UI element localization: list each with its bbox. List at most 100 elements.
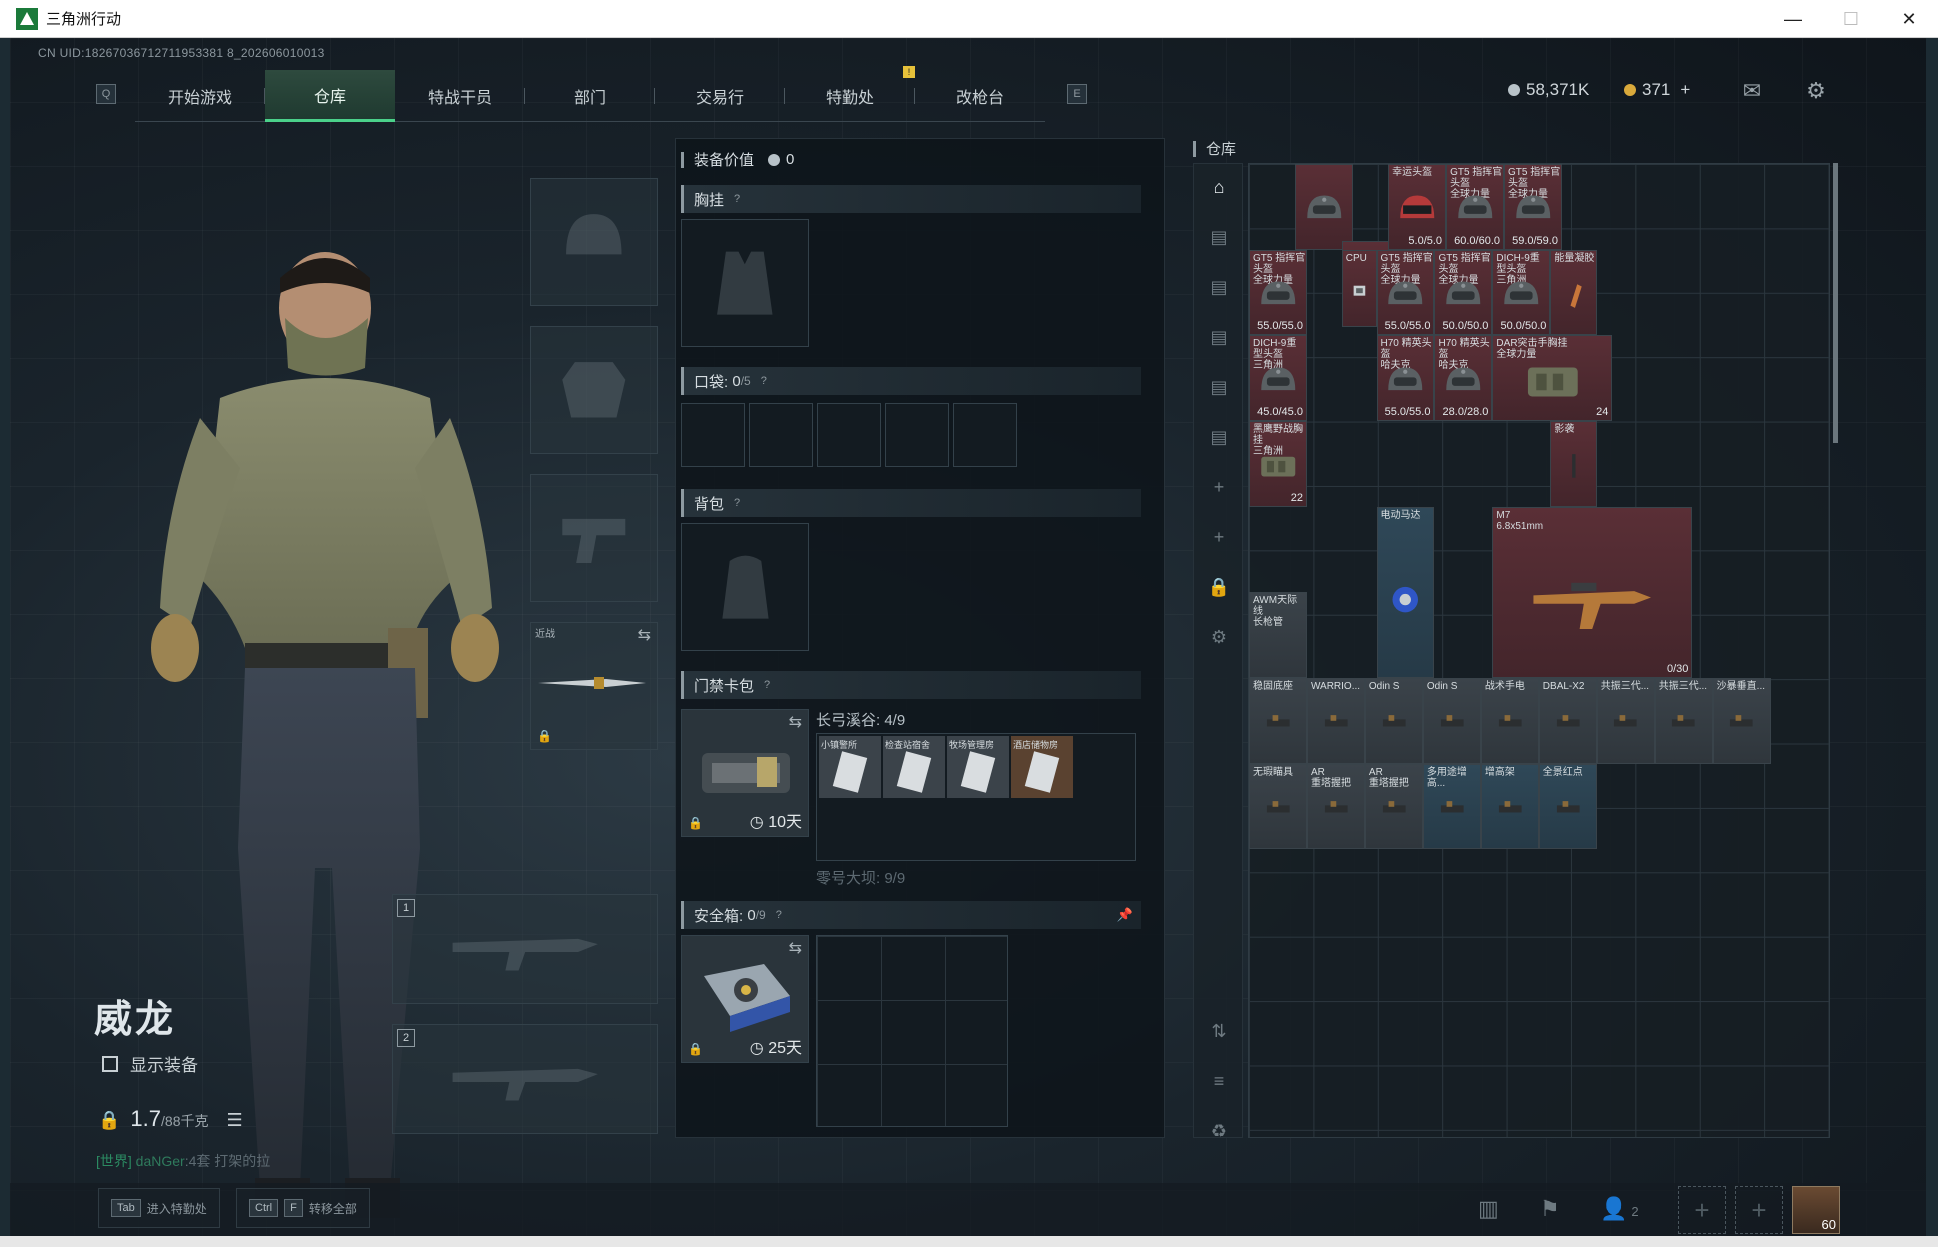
backpack-slot[interactable] — [681, 523, 809, 651]
tab-all-icon[interactable]: ⌂ — [1202, 170, 1236, 204]
sort-icon[interactable]: ⇅ — [1202, 1014, 1236, 1048]
mail-icon[interactable]: ✉ — [1738, 78, 1766, 104]
tab-gunsmith[interactable]: 改枪台 — [915, 70, 1045, 122]
world-chat-line[interactable]: [世界] daNGer:4套 打架的拉 — [96, 1151, 270, 1171]
storage-grid[interactable]: 45幸运头盔5.0/5.0GT5 指挥官头盔 全球力量60.0/60.0GT5 … — [1248, 163, 1830, 1138]
keycard-item[interactable]: 检查站宿舍 — [883, 736, 945, 798]
storage-item[interactable]: 影袭 — [1550, 420, 1597, 507]
maximize-button[interactable]: ☐ — [1822, 0, 1880, 38]
storage-item[interactable]: DBAL-X2 — [1538, 677, 1597, 764]
storage-item[interactable]: 稳固底座 — [1249, 677, 1307, 764]
storage-item[interactable]: H70 精英头盔 哈夫克 28.0/28.0 — [1434, 335, 1493, 421]
tab-storage-1-icon[interactable]: ▤ — [1202, 220, 1236, 254]
storage-item[interactable]: Odin S — [1422, 677, 1481, 764]
keycard-item[interactable]: 酒店储物房 — [1011, 736, 1073, 798]
layers-icon[interactable]: ≡ — [1202, 1064, 1236, 1098]
storage-item[interactable]: 电动马达 — [1376, 506, 1435, 678]
storage-item[interactable]: GT5 指挥官头盔 全球力量 55.0/55.0 — [1249, 249, 1307, 336]
storage-item[interactable]: 沙暴垂直... — [1712, 677, 1771, 764]
storage-item[interactable]: 共振三代... — [1654, 677, 1713, 764]
help-icon[interactable]: ? — [734, 193, 740, 205]
storage-item[interactable]: H70 精英头盔 哈夫克 55.0/55.0 — [1376, 335, 1435, 421]
storage-item[interactable]: GT5 指挥官头盔 全球力量 60.0/60.0 — [1446, 164, 1505, 250]
recycle-icon[interactable]: ♻ — [1202, 1114, 1236, 1148]
storage-item[interactable]: GT5 指挥官头盔 全球力量 55.0/55.0 — [1376, 249, 1435, 336]
storage-item[interactable]: DAR突击手胸挂 全球力量 24 — [1492, 335, 1613, 421]
tab-special-ops[interactable]: 特勤处 — [785, 70, 915, 122]
pocket-slot[interactable] — [749, 403, 813, 467]
storage-item[interactable]: GT5 指挥官头盔 全球力量 59.0/59.0 — [1504, 164, 1562, 250]
tab-operators[interactable]: 特战干员 — [395, 70, 525, 122]
nav-next-key[interactable]: E — [1067, 84, 1087, 104]
pocket-slot[interactable] — [885, 403, 949, 467]
weight-details-icon[interactable]: ☰ — [226, 1110, 242, 1131]
armor-slot[interactable] — [530, 326, 658, 454]
squad-icon[interactable]: 👤 2 — [1600, 1196, 1639, 1222]
show-equipment-checkbox[interactable] — [102, 1055, 118, 1072]
storage-item[interactable]: AR 重塔握把 — [1364, 763, 1423, 850]
storage-item[interactable]: CPU — [1341, 249, 1377, 327]
minimize-button[interactable]: — — [1764, 0, 1822, 38]
add-tab-icon[interactable]: + — [1202, 470, 1236, 504]
tab-storage-5-icon[interactable]: ▤ — [1202, 420, 1236, 454]
storage-item[interactable]: DICH-9重型头盔 三角洲 45.0/45.0 — [1249, 335, 1307, 421]
stats-chart-icon[interactable]: ▥ — [1478, 1196, 1499, 1222]
pocket-slot[interactable] — [817, 403, 881, 467]
swap-icon[interactable]: ⇆ — [789, 712, 802, 732]
tab-storage-3-icon[interactable]: ▤ — [1202, 320, 1236, 354]
storage-item[interactable]: AWM天际线 长枪管 — [1249, 592, 1307, 678]
help-icon[interactable]: ? — [764, 679, 770, 691]
safe-box-grid[interactable] — [816, 935, 1008, 1127]
help-icon[interactable]: ? — [776, 909, 782, 921]
storage-item[interactable]: 幸运头盔 5.0/5.0 — [1388, 164, 1447, 250]
storage-item[interactable]: 无瑕瞄具 — [1249, 763, 1307, 850]
storage-item[interactable] — [1295, 164, 1354, 250]
safe-box-slot[interactable]: ⇆ 🔒 ◷ 25天 — [681, 935, 809, 1063]
keycard-item[interactable]: 牧场管理房 — [947, 736, 1009, 798]
add-tab-icon[interactable]: + — [1202, 520, 1236, 554]
lock-icon[interactable]: 🔒 — [1202, 570, 1236, 604]
keycard-case-slot[interactable]: ⇆ 🔒 ◷ 10天 — [681, 709, 809, 837]
transfer-all-hint[interactable]: Ctrl F 转移全部 — [236, 1188, 370, 1228]
primary-weapon-slot-1[interactable]: 1 — [392, 894, 658, 1004]
storage-item[interactable]: 共振三代... — [1596, 677, 1655, 764]
storage-item[interactable]: 增高架 — [1480, 763, 1539, 850]
storage-item[interactable]: DICH-9重型头盔 三角洲 50.0/50.0 — [1492, 249, 1551, 336]
keycard-item[interactable]: 小镇警所 — [819, 736, 881, 798]
melee-slot[interactable]: 近战 ⇆ 🔒 — [530, 622, 658, 750]
help-icon[interactable]: ? — [734, 497, 740, 509]
storage-item[interactable]: Odin S — [1364, 677, 1423, 764]
storage-settings-icon[interactable]: ⚙ — [1202, 620, 1236, 654]
enter-special-ops-hint[interactable]: Tab 进入特勤处 — [98, 1188, 220, 1228]
storage-item[interactable]: 能量凝胶 — [1550, 249, 1597, 336]
help-icon[interactable]: ? — [761, 375, 767, 387]
storage-item[interactable]: 全景红点 — [1538, 763, 1597, 850]
chest-rig-slot[interactable] — [681, 219, 809, 347]
tab-market[interactable]: 交易行 — [655, 70, 785, 122]
tab-storage-2-icon[interactable]: ▤ — [1202, 270, 1236, 304]
tab-start-game[interactable]: 开始游戏 — [135, 70, 265, 122]
pistol-slot[interactable] — [530, 474, 658, 602]
show-equipment-toggle[interactable]: 显示装备 — [102, 1051, 198, 1076]
swap-icon[interactable]: ⇆ — [789, 938, 802, 958]
settings-gear-icon[interactable]: ⚙ — [1802, 78, 1830, 104]
swap-icon[interactable]: ⇆ — [638, 625, 651, 645]
storage-scrollbar[interactable] — [1833, 163, 1838, 443]
nav-prev-key[interactable]: Q — [96, 84, 116, 104]
storage-item[interactable]: M7 6.8x51mm 0/30 — [1492, 506, 1693, 678]
add-currency-button[interactable]: + — [1680, 80, 1690, 100]
pocket-slot[interactable] — [681, 403, 745, 467]
close-button[interactable]: ✕ — [1880, 0, 1938, 38]
primary-weapon-slot-2[interactable]: 2 — [392, 1024, 658, 1134]
storage-item[interactable]: AR 重塔握把 — [1306, 763, 1365, 850]
tab-storage-4-icon[interactable]: ▤ — [1202, 370, 1236, 404]
storage-item[interactable]: WARRIO... — [1306, 677, 1365, 764]
pin-icon[interactable]: 📌 — [1117, 907, 1133, 923]
storage-item[interactable]: GT5 指挥官头盔 全球力量 50.0/50.0 — [1434, 249, 1493, 336]
invite-slot-button[interactable]: + — [1735, 1186, 1783, 1234]
storage-item[interactable]: 战术手电 — [1480, 677, 1539, 764]
player-avatar[interactable]: 60 — [1792, 1186, 1840, 1234]
tab-department[interactable]: 部门 — [525, 70, 655, 122]
storage-item[interactable]: 黑鹰野战胸挂 三角洲 22 — [1249, 420, 1307, 507]
invite-slot-button[interactable]: + — [1678, 1186, 1726, 1234]
